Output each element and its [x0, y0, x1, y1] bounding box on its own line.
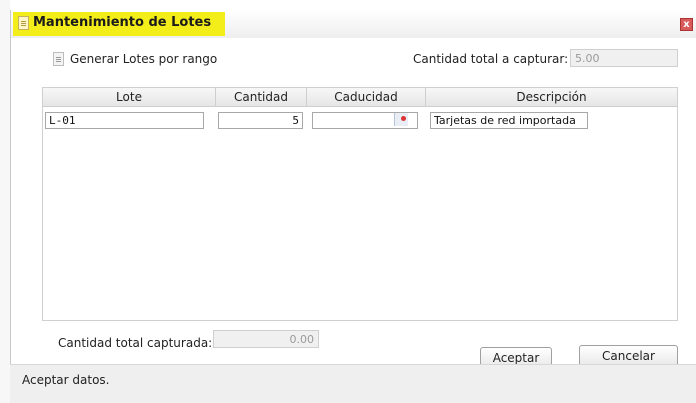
- background-strip: [0, 0, 10, 403]
- calendar-icon[interactable]: [394, 113, 408, 126]
- generate-lotes-label: Generar Lotes por rango: [70, 52, 218, 66]
- total-captured-field: [213, 330, 319, 348]
- total-to-capture-field: [570, 49, 678, 67]
- total-captured-label: Cantidad total capturada:: [58, 336, 213, 350]
- status-bar: Aceptar datos.: [10, 364, 696, 403]
- descripcion-input[interactable]: [430, 112, 588, 129]
- column-header-caducidad[interactable]: Caducidad: [307, 88, 426, 106]
- total-to-capture-label: Cantidad total a capturar:: [413, 52, 569, 66]
- document-icon: [18, 16, 29, 30]
- dialog-titlebar[interactable]: Mantenimiento de Lotes x: [11, 10, 696, 38]
- lotes-grid: Lote Cantidad Caducidad Descripción: [42, 87, 678, 321]
- cantidad-input[interactable]: [218, 112, 303, 129]
- column-header-descripcion[interactable]: Descripción: [426, 88, 677, 106]
- lote-input[interactable]: [45, 112, 204, 129]
- close-icon[interactable]: x: [680, 18, 693, 31]
- lotes-dialog: Mantenimiento de Lotes x Generar Lotes p…: [10, 10, 696, 403]
- column-header-cantidad[interactable]: Cantidad: [216, 88, 307, 106]
- document-icon: [53, 52, 64, 66]
- column-header-lote[interactable]: Lote: [43, 88, 216, 106]
- dialog-title: Mantenimiento de Lotes: [33, 15, 212, 30]
- grid-header: Lote Cantidad Caducidad Descripción: [43, 88, 677, 107]
- status-text: Aceptar datos.: [22, 373, 110, 387]
